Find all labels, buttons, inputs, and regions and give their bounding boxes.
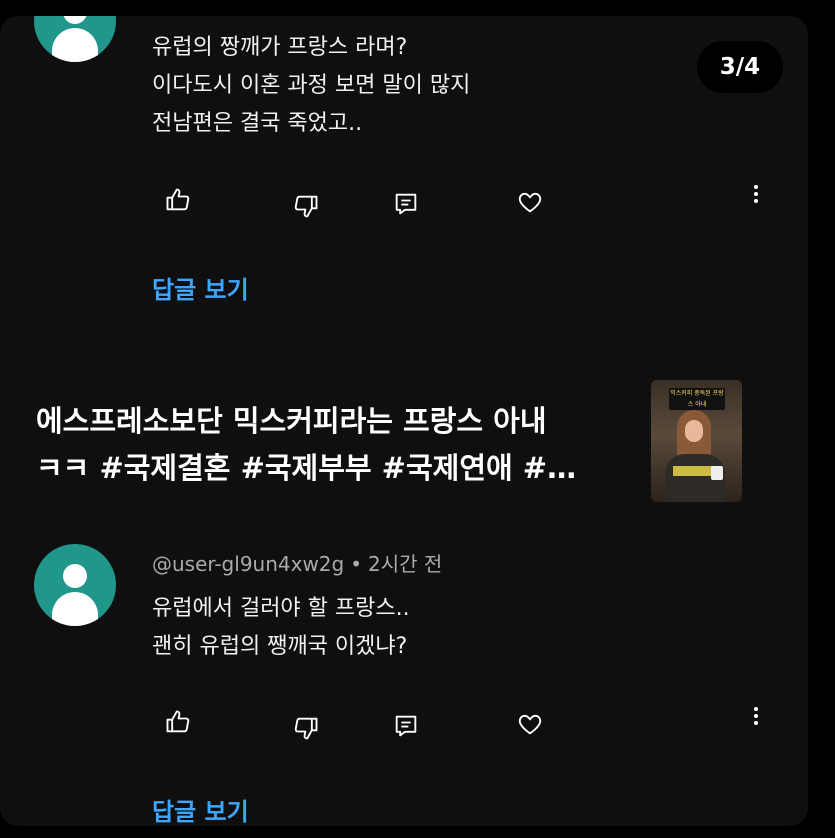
comment-line: 전남편은 결국 죽었고.. <box>152 111 363 136</box>
video-title-line: ㅋㅋ #국제결혼 #국제부부 #국제연애 #… <box>36 451 577 485</box>
comment-actions <box>0 182 808 222</box>
comment-line: 유럽에서 걸러야 할 프랑스.. <box>152 596 410 621</box>
comments-panel: 유럽의 짱깨가 프랑스 라며? 이다도시 이혼 과정 보면 말이 많지 전남편은… <box>0 16 808 826</box>
thumbnail-caption: 믹스커피 중독된 프랑스 아내 <box>669 388 725 410</box>
dislike-button[interactable] <box>288 188 324 224</box>
meta-separator: • <box>350 552 363 576</box>
comment-line: 이다도시 이혼 과정 보면 말이 많지 <box>152 73 471 98</box>
video-title-line: 에스프레소보단 믹스커피라는 프랑스 아내 <box>36 404 547 438</box>
reply-button[interactable] <box>388 186 424 222</box>
comment-line: 유럽의 짱깨가 프랑스 라며? <box>152 35 408 60</box>
heart-icon <box>518 192 542 213</box>
more-options-button[interactable] <box>751 182 761 212</box>
video-thumbnail[interactable]: 믹스커피 중독된 프랑스 아내 <box>651 380 742 502</box>
comment-icon <box>395 193 417 215</box>
comment-meta: @user-gl9un4xw2g • 2시간 전 <box>152 548 442 577</box>
avatar[interactable] <box>34 544 116 626</box>
dislike-button[interactable] <box>288 710 324 746</box>
more-vertical-icon <box>754 185 758 189</box>
page-indicator: 3/4 <box>697 41 783 93</box>
thumbs-down-icon <box>294 195 318 218</box>
video-title[interactable]: 에스프레소보단 믹스커피라는 프랑스 아내 ㅋㅋ #국제결혼 #국제부부 #국제… <box>36 398 576 492</box>
comment-author[interactable]: @user-gl9un4xw2g <box>152 552 344 576</box>
comment-body: 유럽에서 걸러야 할 프랑스.. 괜히 유럽의 쨍깨국 이겠냐? <box>152 590 410 666</box>
comment-time: 2시간 전 <box>368 552 443 576</box>
more-vertical-icon <box>754 707 758 711</box>
comment-line: 괜히 유럽의 쨍깨국 이겠냐? <box>152 634 408 659</box>
reply-button[interactable] <box>388 708 424 744</box>
comment-icon <box>395 715 417 737</box>
like-button[interactable] <box>160 704 196 740</box>
heart-button[interactable] <box>512 706 548 742</box>
thumbs-up-icon <box>166 188 190 211</box>
avatar[interactable] <box>34 16 116 62</box>
heart-icon <box>518 714 542 735</box>
more-options-button[interactable] <box>751 704 761 734</box>
like-button[interactable] <box>160 182 196 218</box>
comment-body: 유럽의 짱깨가 프랑스 라며? 이다도시 이혼 과정 보면 말이 많지 전남편은… <box>152 29 470 143</box>
view-replies-link[interactable]: 답글 보기 <box>152 792 249 826</box>
view-replies-link[interactable]: 답글 보기 <box>152 270 249 305</box>
heart-button[interactable] <box>512 184 548 220</box>
thumbs-down-icon <box>294 717 318 740</box>
thumbs-up-icon <box>166 710 190 733</box>
comment-actions <box>0 704 808 744</box>
